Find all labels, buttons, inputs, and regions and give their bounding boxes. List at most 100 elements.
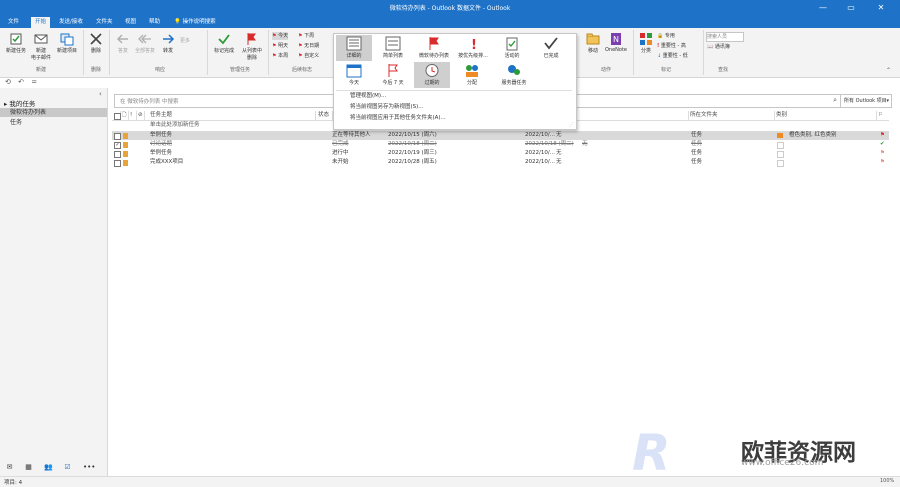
group-respond-label: 响应 — [154, 67, 165, 73]
tab-view[interactable]: 视图 — [121, 17, 140, 28]
search-scope-select[interactable]: 所有 Outlook 项目 ▾ — [840, 94, 892, 108]
restore-button[interactable]: ▭ — [840, 0, 862, 15]
header-folder[interactable]: 所在文件夹 — [690, 111, 775, 120]
table-row[interactable]: 举例任务 进行中 2022/10/19 (周三) 2022/10/... 无 任… — [112, 149, 889, 158]
header-complete-checkbox[interactable] — [114, 111, 121, 120]
reply-all-button[interactable]: 全部答复 — [134, 32, 156, 54]
view-server-tasks[interactable]: 服务器任务 — [494, 62, 534, 88]
more-label: 更多 — [180, 38, 191, 44]
search-icon[interactable]: ⌕ — [833, 96, 837, 105]
reply-button[interactable]: 答复 — [113, 32, 133, 54]
send-receive-icon[interactable]: ⟲ — [5, 78, 11, 86]
header-icon-col[interactable]: 🗋 — [122, 111, 129, 120]
my-tasks-header[interactable]: ▸ 我的任务 — [4, 98, 35, 108]
complete-checkbox[interactable] — [114, 151, 121, 158]
tell-me-search[interactable]: 💡 操作说明搜索 — [170, 17, 220, 28]
view-simple-list[interactable]: 简单列表 — [375, 35, 411, 61]
view-label: 已完成 — [543, 53, 559, 59]
flag-no-date-button[interactable]: ⚑ 无日期 — [298, 42, 319, 50]
header-flag[interactable]: ⚐ — [878, 111, 888, 120]
table-row[interactable]: 举例任务 正在等待其他人 2022/10/15 (周六) 2022/10/...… — [112, 131, 889, 140]
forward-button[interactable]: 转发 — [158, 32, 178, 54]
mark-complete-button[interactable]: 标记完成 — [211, 32, 237, 54]
calendar-icon[interactable]: ▦ — [24, 463, 33, 471]
view-today[interactable]: 今天 — [336, 62, 372, 88]
ribbon-separator — [109, 30, 110, 75]
table-row[interactable]: ✓ 讨论话题 已完成 2022/10/18 (周二) 2022/10/18 (周… — [112, 140, 889, 149]
window-title: 微软待办列表 - Outlook 数据文件 - Outlook — [389, 5, 511, 12]
more-button[interactable]: 更多 — [180, 37, 190, 45]
complete-checkbox[interactable] — [114, 160, 121, 167]
complete-checkbox-checked[interactable]: ✓ — [114, 142, 121, 149]
menu-save-as-new-view[interactable]: 将当前视图另存为新视图(S)... — [350, 102, 424, 112]
header-importance-col[interactable]: ! — [130, 111, 137, 120]
search-people-input[interactable]: 搜索人员 — [706, 32, 744, 42]
header-attachment-col[interactable]: ⊘ — [138, 111, 145, 120]
undo-icon[interactable]: ↶ — [18, 78, 24, 86]
categorize-button[interactable]: 分类 — [638, 32, 654, 54]
flag-today-button[interactable]: ⚑ 今天 — [272, 32, 289, 40]
zoom-level[interactable]: 100% — [880, 478, 894, 484]
move-button[interactable]: 移动 — [585, 32, 601, 54]
people-icon[interactable]: 👥 — [44, 463, 53, 471]
more-apps-icon[interactable]: ••• — [83, 463, 95, 471]
tab-help[interactable]: 帮助 — [145, 17, 164, 28]
menu-manage-views[interactable]: 管理视图(M)... — [350, 91, 386, 101]
header-subject[interactable]: 任务主题 — [150, 111, 316, 120]
remove-from-list-button[interactable]: 从列表中 删除 — [239, 32, 265, 61]
flag-icon[interactable]: ⚑ — [880, 149, 885, 158]
tab-file[interactable]: 文件 — [4, 17, 23, 28]
new-email-button[interactable]: 新建 电子邮件 — [30, 32, 52, 61]
flag-custom-button[interactable]: ⚑ 自定义 — [298, 52, 319, 60]
menu-apply-view[interactable]: 将当前视图应用于其他任务文件夹(A)... — [350, 113, 446, 123]
nav-item-todo-list[interactable]: 微软待办列表 — [0, 108, 107, 117]
view-overdue[interactable]: 过期的 — [414, 62, 450, 88]
view-label: 详细的 — [346, 53, 362, 59]
low-importance-button[interactable]: ↓ 重要性 - 低 — [657, 52, 688, 60]
view-todo-list[interactable]: 微软待办列表 — [414, 35, 454, 61]
mail-icon[interactable]: ✉ — [5, 463, 14, 471]
new-task-button[interactable]: 新建任务 — [3, 32, 29, 54]
close-button[interactable]: ✕ — [870, 0, 892, 15]
complete-checkbox[interactable] — [114, 133, 121, 140]
view-next-7-days[interactable]: 今后 7 天 — [375, 62, 411, 88]
collapse-pane-button[interactable]: ‹ — [99, 90, 102, 98]
complete-check-icon[interactable]: ✔ — [880, 140, 885, 149]
tasks-icon[interactable]: ☑ — [63, 463, 72, 471]
flag-icon[interactable]: ⚑ — [880, 158, 885, 167]
new-items-icon — [60, 33, 74, 46]
minimize-button[interactable]: — — [812, 0, 834, 15]
flag-next-week-button[interactable]: ⚑ 下周 — [298, 32, 314, 40]
delete-button[interactable]: 删除 — [86, 32, 106, 54]
flag-this-week-button[interactable]: ⚑ 本周 — [272, 52, 288, 60]
high-importance-label: 重要性 - 高 — [660, 43, 686, 49]
flag-icon[interactable]: ⚑ — [880, 131, 885, 140]
tab-send-receive[interactable]: 发送/接收 — [55, 17, 87, 28]
customize-icon[interactable]: = — [31, 78, 37, 86]
group-actions-label: 动作 — [600, 67, 611, 73]
header-category[interactable]: 类别 — [776, 111, 877, 120]
table-row[interactable]: 完成XXX项目 未开始 2022/10/28 (周五) 2022/10/... … — [112, 158, 889, 167]
lightbulb-icon: 💡 — [174, 19, 181, 25]
tab-folder[interactable]: 文件夹 — [92, 17, 117, 28]
onenote-button[interactable]: N OneNote — [603, 32, 629, 53]
new-items-button[interactable]: 新建项目 — [54, 32, 80, 54]
view-by-priority[interactable]: ! 按优先级排... — [454, 35, 492, 61]
view-assigned[interactable]: 分配 — [454, 62, 490, 88]
high-importance-button[interactable]: ! 重要性 - 高 — [657, 42, 686, 50]
view-detailed[interactable]: 详细的 — [336, 35, 372, 61]
nav-item-tasks[interactable]: 任务 — [0, 118, 107, 127]
view-active[interactable]: 活动的 — [494, 35, 530, 61]
calendar-icon — [346, 64, 362, 78]
flag-tomorrow-button[interactable]: ⚑ 明天 — [272, 42, 288, 50]
private-button[interactable]: 🔒 专用 — [657, 32, 675, 40]
header-status[interactable]: 状态 — [318, 111, 333, 120]
checkmark-icon — [218, 34, 230, 45]
tab-home[interactable]: 开始 — [31, 17, 51, 28]
address-book-button[interactable]: 📖 通讯簿 — [707, 43, 730, 51]
view-completed[interactable]: 已完成 — [532, 35, 570, 61]
change-view-dropdown: 详细的 简单列表 微软待办列表 ! 按优先级排... 活动的 已完成 今天 今后… — [333, 33, 577, 130]
resize-grip-icon[interactable]: ⋰ — [569, 122, 574, 128]
header-reminder[interactable] — [574, 111, 689, 120]
collapse-ribbon-icon[interactable]: ⌃ — [886, 67, 891, 74]
